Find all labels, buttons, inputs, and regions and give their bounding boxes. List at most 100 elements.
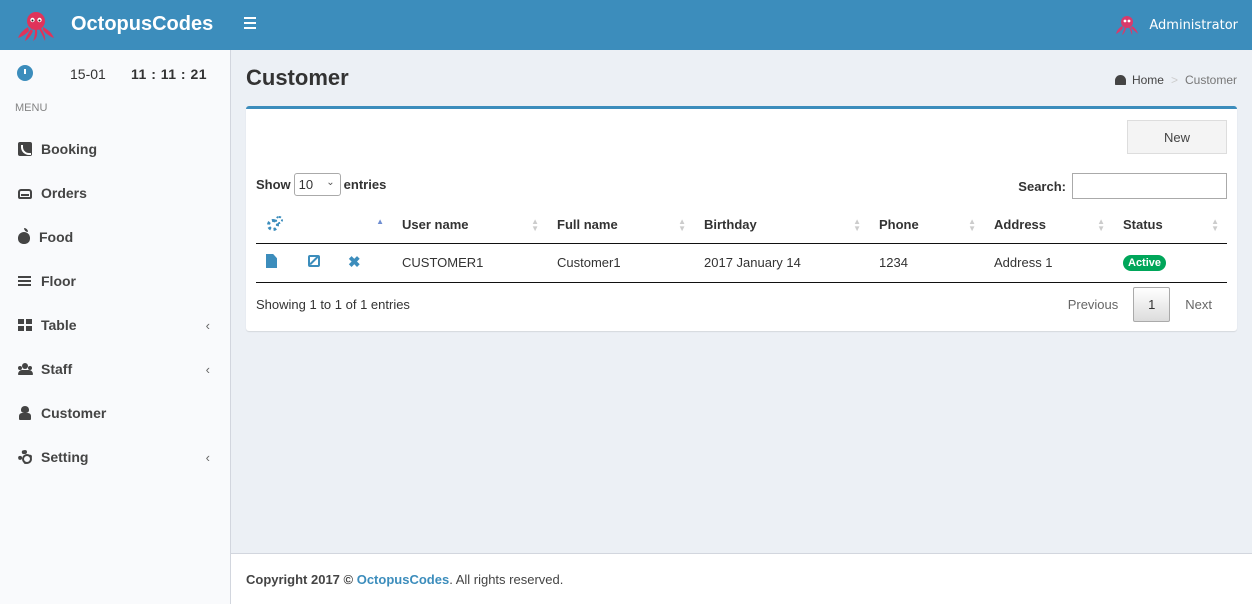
blank-header <box>298 206 338 244</box>
sidebar-item-label: Customer <box>41 405 107 421</box>
sort-both-icon: ▲ ▼ <box>853 217 861 233</box>
column-header-username[interactable]: User name ▲ ▼ <box>392 206 547 244</box>
sidebar-item-label: Table <box>41 317 77 333</box>
sort-both-icon: ▲ ▼ <box>678 217 686 233</box>
sidebar-item-floor[interactable]: Floor <box>0 259 230 303</box>
clock-widget: 15-01 11 : 11 : 21 <box>16 64 216 84</box>
chevron-left-icon: ‹ <box>205 362 210 377</box>
column-header-fullname[interactable]: Full name ▲ ▼ <box>547 206 694 244</box>
table-header-row: ▲ User name ▲ ▼ Full name ▲ ▼ Birthday ▲ ▼ Pho… <box>256 206 1227 244</box>
clock-icon <box>17 65 33 81</box>
sidebar: 15-01 11 : 11 : 21 MENU Booking Orders F… <box>0 50 231 604</box>
cell-phone: 1234 <box>869 243 984 283</box>
actions-header <box>256 206 298 244</box>
top-navbar: OctopusCodes Administrator <box>0 0 1252 50</box>
sort-header[interactable]: ▲ <box>338 206 392 244</box>
octopus-logo-icon <box>18 12 54 41</box>
footer-brand-link[interactable]: OctopusCodes <box>357 572 449 587</box>
search-input[interactable] <box>1072 173 1227 199</box>
copyright: Copyright 2017 © OctopusCodes. All right… <box>246 572 563 587</box>
sidebar-item-label: Booking <box>41 141 97 157</box>
breadcrumb-home[interactable]: Home <box>1114 73 1164 87</box>
sidebar-item-table[interactable]: Table ‹ <box>0 303 230 347</box>
clock-date: 15-01 <box>70 66 106 82</box>
sidebar-menu: Booking Orders Food Floor Table ‹ Staff ‹ … <box>0 127 230 479</box>
menu-header: MENU <box>15 102 48 114</box>
user-avatar-icon <box>1116 16 1139 35</box>
search-filter: Search: <box>1018 173 1227 199</box>
user-icon <box>18 406 32 420</box>
phone-icon <box>18 142 32 156</box>
sort-both-icon: ▲ ▼ <box>1097 217 1105 233</box>
cell-address: Address 1 <box>984 243 1113 283</box>
sort-both-icon: ▲ ▼ <box>1211 217 1219 233</box>
sort-both-icon: ▲ ▼ <box>531 217 539 233</box>
sidebar-item-orders[interactable]: Orders <box>0 171 230 215</box>
sidebar-item-staff[interactable]: Staff ‹ <box>0 347 230 391</box>
sort-both-icon: ▲ ▼ <box>968 217 976 233</box>
dashboard-icon <box>1114 75 1126 85</box>
edit-cell <box>298 243 338 283</box>
column-header-phone[interactable]: Phone ▲ ▼ <box>869 206 984 244</box>
gear-icon <box>18 450 32 464</box>
column-header-status[interactable]: Status ▲ ▼ <box>1113 206 1227 244</box>
show-label: Show <box>256 177 291 192</box>
inbox-icon <box>18 189 32 199</box>
new-button[interactable]: New <box>1127 120 1227 154</box>
sidebar-item-label: Food <box>39 229 74 245</box>
column-header-birthday[interactable]: Birthday ▲ ▼ <box>694 206 869 244</box>
page-title: Customer <box>246 65 349 90</box>
column-label: User name <box>402 216 469 232</box>
breadcrumb: Home > Customer <box>1114 73 1237 87</box>
pagination: Previous 1 Next <box>1053 287 1227 322</box>
sidebar-toggle-hamburger-icon[interactable] <box>244 17 258 31</box>
entries-length: Show 10 ⌄ entries <box>256 173 386 196</box>
footer: Copyright 2017 © OctopusCodes. All right… <box>231 553 1252 604</box>
column-label: Birthday <box>704 216 757 232</box>
brand-name: OctopusCodes <box>71 13 214 35</box>
clock-time: 11 : 11 : 21 <box>131 66 208 82</box>
customer-box: New Show 10 ⌄ entries Search: ▲ User nam… <box>246 106 1237 331</box>
users-icon <box>18 362 33 376</box>
bars-icon <box>18 275 32 287</box>
cell-status: Active <box>1113 243 1227 283</box>
user-menu[interactable]: Administrator <box>1115 0 1238 50</box>
edit-icon[interactable] <box>308 255 320 267</box>
next-page-button[interactable]: Next <box>1170 297 1227 312</box>
copyright-prefix: Copyright 2017 © <box>246 572 357 587</box>
cell-birthday: 2017 January 14 <box>694 243 869 283</box>
apple-icon <box>18 228 30 244</box>
delete-cell: ✖ <box>338 243 392 283</box>
sidebar-item-customer[interactable]: Customer <box>0 391 230 435</box>
column-label: Address <box>994 216 1047 232</box>
file-icon[interactable] <box>266 254 277 268</box>
table-info: Showing 1 to 1 of 1 entries <box>256 297 410 312</box>
column-label: Phone <box>879 216 919 232</box>
entries-select[interactable]: 10 ⌄ <box>293 173 341 196</box>
table-row: ✖ CUSTOMER1 Customer1 2017 January 14 12… <box>256 243 1227 283</box>
entries-select-value: 10 <box>298 177 314 192</box>
customer-table: ▲ User name ▲ ▼ Full name ▲ ▼ Birthday ▲ ▼ Pho… <box>256 206 1227 283</box>
previous-page-button[interactable]: Previous <box>1053 297 1134 312</box>
cell-username: CUSTOMER1 <box>392 243 547 283</box>
entries-label: entries <box>343 177 387 192</box>
view-cell <box>256 243 298 283</box>
breadcrumb-home-label: Home <box>1131 73 1164 87</box>
column-header-address[interactable]: Address ▲ ▼ <box>984 206 1113 244</box>
cell-fullname: Customer1 <box>547 243 694 283</box>
search-label: Search: <box>1018 178 1066 194</box>
brand-logo[interactable]: OctopusCodes <box>0 0 230 50</box>
sidebar-item-label: Floor <box>41 273 76 289</box>
sidebar-item-setting[interactable]: Setting ‹ <box>0 435 230 479</box>
sort-asc-icon: ▲ <box>376 217 384 226</box>
chevron-down-icon: ⌄ <box>326 177 335 188</box>
status-badge: Active <box>1123 255 1167 271</box>
sidebar-item-label: Orders <box>41 185 87 201</box>
page-1-button[interactable]: 1 <box>1133 287 1171 322</box>
sidebar-item-booking[interactable]: Booking <box>0 127 230 171</box>
close-icon[interactable]: ✖ <box>348 255 362 270</box>
cogs-icon <box>266 215 283 231</box>
breadcrumb-current: Customer <box>1184 73 1237 87</box>
sidebar-item-food[interactable]: Food <box>0 215 230 259</box>
copyright-suffix: . All rights reserved. <box>449 572 564 587</box>
